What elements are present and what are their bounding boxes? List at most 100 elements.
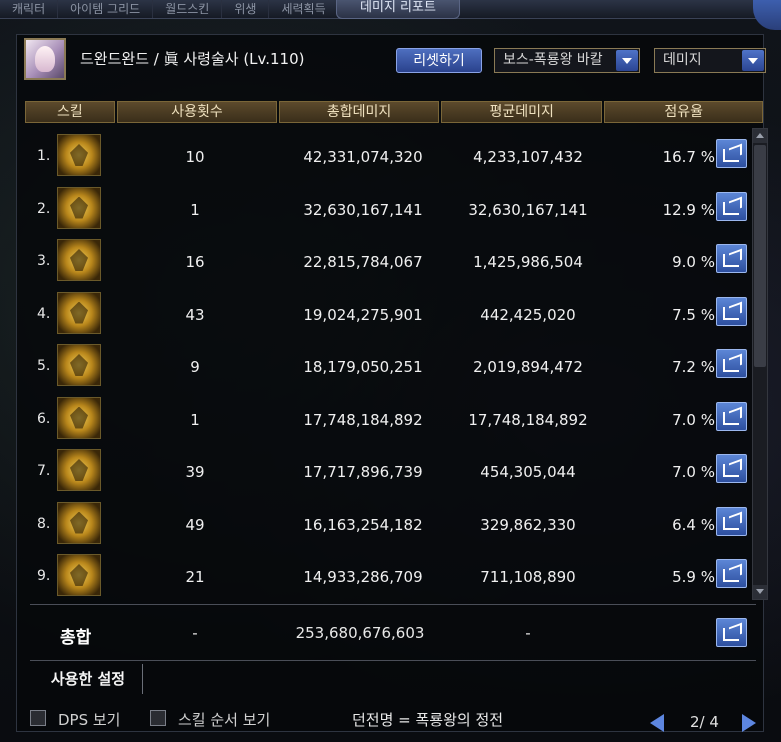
metric-select[interactable]: 데미지 bbox=[654, 48, 766, 73]
average-damage: 711,108,890 bbox=[480, 568, 576, 586]
average-damage: 32,630,167,141 bbox=[468, 200, 588, 219]
bg-tab-4[interactable]: 위생 bbox=[222, 0, 270, 18]
window-title: 데미지 리포트 bbox=[336, 0, 460, 19]
use-count: 1 bbox=[190, 410, 200, 429]
bg-tab-1[interactable]: 캐릭터 bbox=[0, 0, 59, 18]
skill-table-body: 1. 10 42,331,074,320 4,233,107,432 16.7 … bbox=[25, 126, 765, 599]
total-damage: 19,024,275,901 bbox=[303, 305, 423, 324]
table-row: 7. 39 17,717,896,739 454,305,044 7.0 % bbox=[25, 441, 765, 494]
share-icon[interactable] bbox=[716, 454, 747, 483]
scroll-up-icon[interactable] bbox=[753, 129, 767, 143]
total-damage: 14,933,286,709 bbox=[303, 568, 423, 586]
row-index: 2. bbox=[37, 200, 51, 217]
total-damage: 17,717,896,739 bbox=[303, 463, 423, 481]
report-header: 드완드완드 / 眞 사령술사 (Lv.110) 리셋하기 보스-폭룡왕 바칼 데… bbox=[24, 38, 766, 84]
character-avatar bbox=[24, 38, 66, 80]
total-damage: 42,331,074,320 bbox=[303, 148, 423, 166]
total-average: - bbox=[525, 624, 531, 642]
table-row: 4. 43 19,024,275,901 442,425,020 7.5 % bbox=[25, 284, 765, 337]
mask-face-skill-icon bbox=[57, 186, 101, 229]
total-damage: 16,163,254,182 bbox=[303, 515, 423, 534]
bg-tab-3[interactable]: 월드스킨 bbox=[153, 0, 223, 18]
row-index: 6. bbox=[37, 410, 51, 427]
use-count: 10 bbox=[185, 148, 205, 166]
table-row: 9. 21 14,933,286,709 711,108,890 5.9 % bbox=[25, 546, 765, 599]
total-damage-sum: 253,680,676,603 bbox=[295, 624, 425, 642]
share-icon[interactable] bbox=[716, 401, 747, 431]
burst-claw-skill-icon bbox=[57, 134, 101, 176]
row-index: 5. bbox=[37, 358, 51, 374]
skill-order-checkbox-label[interactable]: 스킬 순서 보기 bbox=[178, 709, 270, 730]
share-icon[interactable] bbox=[716, 349, 747, 378]
total-damage: 18,179,050,251 bbox=[303, 358, 423, 376]
summon-figure-skill-icon bbox=[57, 396, 101, 439]
damage-share: 7.2 % bbox=[672, 358, 715, 376]
dungeon-name: 던전명 = 폭룡왕의 정전 bbox=[352, 711, 504, 729]
col-skill[interactable]: 스킬 bbox=[25, 101, 115, 123]
col-avg[interactable]: 평균데미지 bbox=[440, 101, 603, 123]
background-tabs: 캐릭터 아이템 그리드 월드스킨 위생 세력획득 bbox=[0, 0, 339, 18]
damage-share: 7.5 % bbox=[672, 305, 715, 324]
row-index: 1. bbox=[37, 148, 51, 164]
tab-used-settings[interactable]: 사용한 설정 bbox=[34, 664, 143, 694]
pagination: 2/ 4 bbox=[650, 712, 770, 736]
bg-tab-2[interactable]: 아이템 그리드 bbox=[58, 0, 154, 18]
dungeon-select[interactable]: 보스-폭룡왕 바칼 bbox=[494, 48, 640, 73]
average-damage: 329,862,330 bbox=[480, 515, 576, 534]
use-count: 39 bbox=[185, 463, 205, 481]
damage-share: 12.9 % bbox=[662, 200, 715, 219]
serpent-skill-icon bbox=[57, 449, 101, 491]
use-count: 9 bbox=[190, 358, 200, 376]
total-damage: 22,815,784,067 bbox=[303, 253, 423, 271]
table-row: 1. 10 42,331,074,320 4,233,107,432 16.7 … bbox=[25, 126, 765, 179]
average-damage: 442,425,020 bbox=[480, 305, 576, 324]
table-scrollbar[interactable] bbox=[752, 128, 768, 600]
col-count[interactable]: 사용횟수 bbox=[116, 101, 278, 123]
use-count: 49 bbox=[185, 515, 205, 534]
share-icon[interactable] bbox=[716, 559, 747, 588]
table-row: 5. 9 18,179,050,251 2,019,894,472 7.2 % bbox=[25, 336, 765, 389]
dark-hand-skill-icon bbox=[57, 291, 101, 334]
average-damage: 17,748,184,892 bbox=[468, 410, 588, 429]
share-icon[interactable] bbox=[716, 139, 747, 168]
scroll-thumb[interactable] bbox=[754, 145, 766, 367]
average-damage: 2,019,894,472 bbox=[473, 358, 583, 376]
chevron-down-icon[interactable] bbox=[616, 50, 638, 71]
metric-select-value: 데미지 bbox=[663, 52, 702, 68]
share-icon[interactable] bbox=[716, 618, 747, 647]
average-damage: 4,233,107,432 bbox=[473, 148, 583, 166]
damage-share: 7.0 % bbox=[672, 410, 715, 429]
damage-share: 6.4 % bbox=[672, 515, 715, 534]
col-total[interactable]: 총합데미지 bbox=[279, 101, 439, 123]
total-damage: 32,630,167,141 bbox=[303, 200, 423, 219]
scroll-down-icon[interactable] bbox=[753, 585, 767, 599]
page-indicator: 2/ 4 bbox=[690, 713, 719, 731]
damage-share: 9.0 % bbox=[672, 253, 715, 271]
row-index: 4. bbox=[37, 305, 51, 322]
col-share[interactable]: 점유율 bbox=[604, 101, 763, 123]
average-damage: 1,425,986,504 bbox=[473, 253, 583, 271]
crack-web-skill-icon bbox=[57, 554, 101, 596]
share-icon[interactable] bbox=[716, 296, 747, 326]
dps-checkbox[interactable] bbox=[30, 710, 46, 726]
chevron-down-icon[interactable] bbox=[742, 50, 764, 71]
table-header: 스킬 사용횟수 총합데미지 평균데미지 점유율 bbox=[25, 101, 765, 123]
share-icon[interactable] bbox=[716, 191, 747, 221]
reset-button[interactable]: 리셋하기 bbox=[396, 48, 482, 73]
total-label: 총합 bbox=[60, 628, 92, 648]
character-name: 드완드완드 / 眞 사령술사 (Lv.110) bbox=[80, 50, 305, 68]
next-page-icon[interactable] bbox=[742, 714, 756, 732]
bg-tab-5[interactable]: 세력획득 bbox=[269, 0, 339, 18]
row-index: 9. bbox=[37, 568, 51, 584]
use-count: 43 bbox=[185, 305, 205, 324]
spirit-flame-skill-icon bbox=[57, 344, 101, 386]
skill-order-checkbox[interactable] bbox=[150, 710, 166, 726]
total-divider bbox=[30, 604, 756, 605]
use-count: 16 bbox=[185, 253, 205, 271]
share-icon[interactable] bbox=[716, 506, 747, 536]
share-icon[interactable] bbox=[716, 244, 747, 273]
settings-divider bbox=[30, 660, 756, 661]
prev-page-icon[interactable] bbox=[650, 714, 664, 732]
dps-checkbox-label[interactable]: DPS 보기 bbox=[58, 709, 121, 730]
row-index: 8. bbox=[37, 515, 51, 532]
